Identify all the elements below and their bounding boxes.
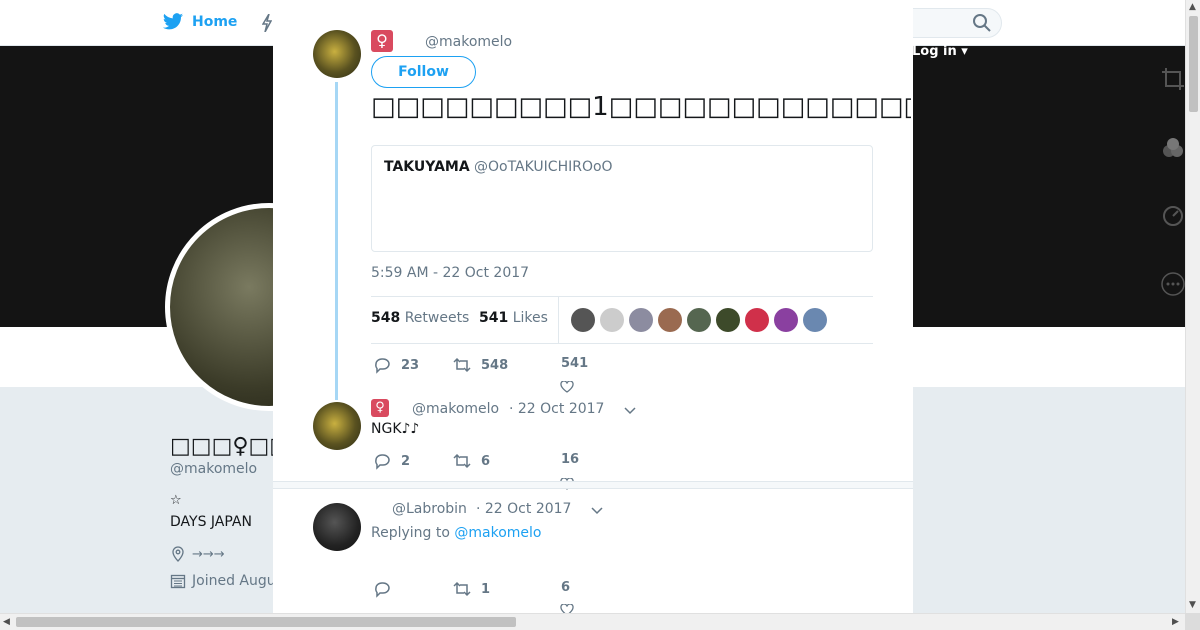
- replying-to: Replying to @makomelo: [371, 525, 542, 541]
- reply-button[interactable]: 23: [373, 356, 419, 374]
- retweets-stat[interactable]: 548 Retweets: [371, 310, 469, 326]
- like-count: 16: [561, 452, 580, 467]
- liker-avatar[interactable]: [571, 308, 595, 332]
- scroll-left-arrow-icon[interactable]: ◀: [3, 617, 10, 627]
- retweet-count: 1: [481, 581, 491, 597]
- reply-button[interactable]: [373, 580, 391, 598]
- female-sign-icon: ♀: [371, 30, 393, 52]
- chevron-down-icon[interactable]: [591, 507, 603, 515]
- author-handle[interactable]: @makomelo: [425, 34, 512, 50]
- reply-button[interactable]: 2: [373, 452, 410, 470]
- horizontal-scrollbar[interactable]: ◀ ▶: [0, 613, 1185, 630]
- reply-author-handle[interactable]: @makomelo: [412, 401, 499, 417]
- liker-avatar[interactable]: [658, 308, 682, 332]
- retweet-button[interactable]: 1: [453, 580, 490, 598]
- retweet-button[interactable]: 548: [453, 356, 508, 374]
- retweet-icon: [453, 453, 471, 469]
- chevron-down-icon[interactable]: [624, 407, 636, 415]
- reply-author-avatar[interactable]: [313, 402, 361, 450]
- thread-line: [335, 82, 338, 400]
- quoted-author-name: TAKUYAMA: [384, 159, 470, 175]
- scroll-down-arrow-icon[interactable]: ▼: [1189, 600, 1196, 610]
- reply-separator: [273, 481, 913, 489]
- tweet-modal: ♀ @makomelo Follow □□□□□□□□□1□□□□□□□□□□□…: [273, 0, 913, 613]
- quoted-author-handle: @OoTAKUICHIROoO: [474, 159, 613, 175]
- like-button[interactable]: 541: [561, 356, 588, 371]
- liker-avatar[interactable]: [745, 308, 769, 332]
- stats-divider: [558, 297, 559, 343]
- heart-icon[interactable]: [560, 604, 574, 613]
- like-button[interactable]: 6: [561, 580, 570, 595]
- vertical-scrollbar[interactable]: ▲ ▼: [1185, 0, 1200, 613]
- like-button[interactable]: 16: [561, 452, 579, 467]
- retweets-label: Retweets: [404, 310, 470, 326]
- scroll-right-arrow-icon[interactable]: ▶: [1172, 617, 1179, 627]
- tweet-text: □□□□□□□□□1□□□□□□□□□□□□□□□□□□□□□□□□□□□□□□…: [371, 92, 911, 122]
- retweet-button[interactable]: 6: [453, 452, 490, 470]
- like-count: 541: [561, 356, 589, 371]
- scrollbar-corner: [1185, 613, 1200, 630]
- reply-icon: [375, 582, 390, 598]
- horizontal-scroll-thumb[interactable]: [16, 617, 516, 627]
- retweet-icon: [453, 357, 471, 373]
- heart-icon[interactable]: [560, 381, 574, 393]
- liker-avatar[interactable]: [774, 308, 798, 332]
- retweet-count: 548: [481, 357, 509, 373]
- follow-button[interactable]: Follow: [371, 56, 476, 88]
- reply-icon: [375, 454, 390, 470]
- reply-author-handle[interactable]: @Labrobin: [392, 501, 467, 517]
- author-avatar[interactable]: [313, 30, 361, 78]
- reply-date[interactable]: · 22 Oct 2017: [509, 401, 604, 417]
- liker-avatar[interactable]: [716, 308, 740, 332]
- female-sign-icon: ♀: [371, 399, 389, 417]
- reply-author-avatar[interactable]: [313, 503, 361, 551]
- vertical-scroll-thumb[interactable]: [1189, 16, 1198, 112]
- retweet-count: 6: [481, 453, 491, 469]
- reply-text: NGK♪♪: [371, 421, 420, 437]
- likes-stat[interactable]: 541 Likes: [479, 310, 548, 326]
- liker-avatar[interactable]: [803, 308, 827, 332]
- reply-date[interactable]: · 22 Oct 2017: [476, 501, 571, 517]
- scroll-up-arrow-icon[interactable]: ▲: [1189, 2, 1196, 12]
- liker-avatar[interactable]: [687, 308, 711, 332]
- tweet-stats: 548 Retweets 541 Likes: [371, 296, 873, 344]
- retweets-count: 548: [371, 310, 401, 326]
- liker-avatar[interactable]: [629, 308, 653, 332]
- replying-prefix: Replying to: [371, 525, 450, 541]
- likes-label: Likes: [512, 310, 548, 326]
- liker-avatar[interactable]: [600, 308, 624, 332]
- replying-handle-link[interactable]: @makomelo: [454, 525, 541, 541]
- close-icon[interactable]: ✕: [1155, 10, 1179, 38]
- quoted-tweet-card[interactable]: TAKUYAMA @OoTAKUICHIROoO: [371, 145, 873, 252]
- likes-count: 541: [479, 310, 509, 326]
- reply-count: 23: [401, 357, 420, 373]
- reply-count: 2: [401, 453, 411, 469]
- retweet-icon: [453, 581, 471, 597]
- tweet-timestamp[interactable]: 5:59 AM - 22 Oct 2017: [371, 265, 529, 281]
- reply-icon: [375, 358, 390, 374]
- like-count: 6: [561, 580, 571, 595]
